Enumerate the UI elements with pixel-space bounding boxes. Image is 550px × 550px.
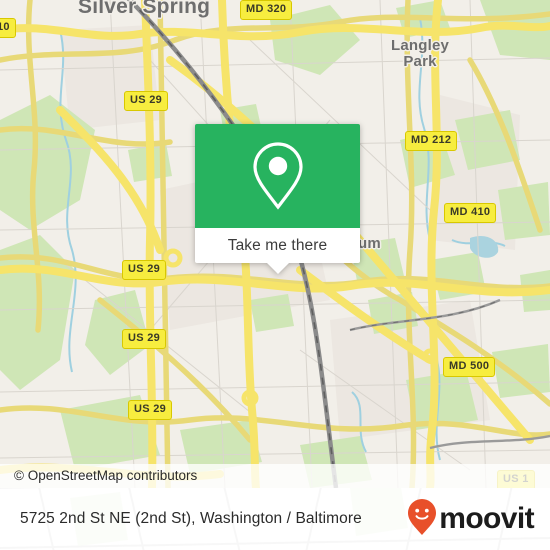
road-shield-us-29-d: US 29 <box>128 400 173 420</box>
moovit-wordmark: moovit <box>439 502 534 535</box>
footer-bar: 5725 2nd St NE (2nd St), Washington / Ba… <box>0 488 550 550</box>
road-shield-us-29-b: US 29 <box>122 260 167 280</box>
callout-header <box>195 124 360 228</box>
place-label-chillum: um <box>358 235 381 252</box>
map-screenshot-root: Silver Spring Langley Park um 10 MD 320 … <box>0 0 550 550</box>
road-shield-md-500: MD 500 <box>443 357 496 377</box>
road-shield-md-410-partial: 10 <box>0 18 16 38</box>
location-pin-icon <box>250 140 306 212</box>
road-shield-us-29-c: US 29 <box>122 329 167 349</box>
map-attribution[interactable]: © OpenStreetMap contributors <box>0 464 550 488</box>
moovit-brand-logo[interactable]: moovit <box>407 498 535 541</box>
map-canvas[interactable]: Silver Spring Langley Park um 10 MD 320 … <box>0 0 550 488</box>
road-shield-md-320: MD 320 <box>240 0 293 20</box>
callout-footer[interactable]: Take me there <box>195 228 360 263</box>
location-address-title: 5725 2nd St NE (2nd St), Washington / Ba… <box>20 510 362 527</box>
moovit-smiley-pin-icon <box>407 498 437 541</box>
road-shield-md-212: MD 212 <box>405 131 458 151</box>
footer-content: 5725 2nd St NE (2nd St), Washington / Ba… <box>0 488 550 550</box>
place-label-silver-spring: Silver Spring <box>78 0 211 18</box>
road-shield-us-29-a: US 29 <box>124 91 169 111</box>
location-callout-card[interactable]: Take me there <box>195 124 360 274</box>
place-label-langley-park: Langley Park <box>390 37 450 71</box>
callout-pointer-tip <box>266 263 289 274</box>
road-shield-md-410: MD 410 <box>444 203 497 223</box>
take-me-there-button[interactable]: Take me there <box>228 237 328 255</box>
